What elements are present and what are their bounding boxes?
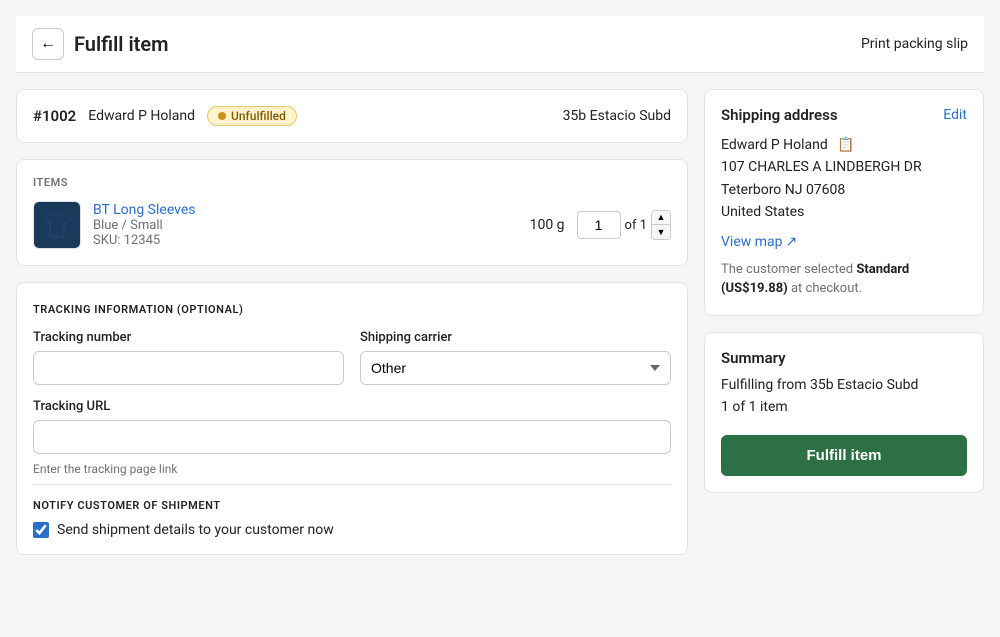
tracking-section: TRACKING INFORMATION (OPTIONAL) Tracking… <box>33 303 671 476</box>
quantity-up-button[interactable]: ▲ <box>652 211 670 225</box>
badge-dot-icon <box>218 112 226 120</box>
view-map-label: View map <box>721 234 783 250</box>
shipping-carrier-select[interactable]: Other UPS FedEx USPS DHL <box>360 351 671 385</box>
summary-card: Summary Fulfilling from 35b Estacio Subd… <box>704 332 984 493</box>
quantity-of-label: of 1 <box>625 218 647 233</box>
external-link-icon: ↗ <box>786 234 798 250</box>
address-country: United States <box>721 201 967 223</box>
fulfill-item-button[interactable]: Fulfill item <box>721 435 967 476</box>
back-icon: ← <box>40 35 56 53</box>
tracking-url-hint: Enter the tracking page link <box>33 462 671 476</box>
address-name: Edward P Holand 📋 <box>721 134 967 156</box>
product-name-link[interactable]: BT Long Sleeves <box>93 202 196 218</box>
page-header: ← Fulfill item Print packing slip <box>16 16 984 73</box>
customer-name: Edward P Holand <box>88 108 195 124</box>
order-location: 35b Estacio Subd <box>563 108 671 124</box>
shipping-address-title: Shipping address <box>721 106 838 124</box>
notify-section: NOTIFY CUSTOMER OF SHIPMENT Send shipmen… <box>33 484 671 538</box>
tracking-url-label: Tracking URL <box>33 399 671 414</box>
header-left: ← Fulfill item <box>32 28 169 60</box>
shirt-icon <box>42 210 72 240</box>
quantity-control: of 1 ▲ ▼ <box>577 210 671 240</box>
tracking-card: TRACKING INFORMATION (OPTIONAL) Tracking… <box>16 282 688 555</box>
tracking-url-group: Tracking URL Enter the tracking page lin… <box>33 399 671 476</box>
notify-section-title: NOTIFY CUSTOMER OF SHIPMENT <box>33 499 671 512</box>
order-number: #1002 <box>33 107 76 125</box>
product-image <box>33 201 81 249</box>
right-panel: Shipping address Edit Edward P Holand 📋 … <box>704 89 984 555</box>
items-section-label: ITEMS <box>33 176 671 189</box>
address-block: Edward P Holand 📋 107 CHARLES A LINDBERG… <box>721 134 967 224</box>
product-variant: Blue / Small <box>93 218 518 233</box>
item-details: BT Long Sleeves Blue / Small SKU: 12345 <box>93 202 518 248</box>
shipping-address-card: Shipping address Edit Edward P Holand 📋 … <box>704 89 984 316</box>
items-card: ITEMS BT Long Sleeves Blue / Small <box>16 159 688 266</box>
summary-title: Summary <box>721 349 967 367</box>
back-button[interactable]: ← <box>32 28 64 60</box>
notify-checkbox[interactable] <box>33 522 49 538</box>
print-packing-slip-link[interactable]: Print packing slip <box>861 36 968 52</box>
tracking-url-input[interactable] <box>33 420 671 454</box>
order-info-card: #1002 Edward P Holand Unfulfilled 35b Es… <box>16 89 688 143</box>
status-badge: Unfulfilled <box>207 106 297 126</box>
page-title: Fulfill item <box>74 32 169 56</box>
tracking-number-label: Tracking number <box>33 330 344 345</box>
address-city-state-zip: Teterboro NJ 07608 <box>721 179 967 201</box>
edit-address-link[interactable]: Edit <box>943 107 967 123</box>
item-count: 1 of 1 item <box>721 399 967 415</box>
order-info-row: #1002 Edward P Holand Unfulfilled 35b Es… <box>33 106 671 126</box>
status-badge-label: Unfulfilled <box>231 109 286 123</box>
product-weight: 100 g <box>530 217 565 233</box>
shipping-carrier-label: Shipping carrier <box>360 330 671 345</box>
content-grid: #1002 Edward P Holand Unfulfilled 35b Es… <box>16 89 984 555</box>
notify-checkbox-row: Send shipment details to your customer n… <box>33 522 671 538</box>
view-map-link[interactable]: View map ↗ <box>721 234 797 250</box>
notify-checkbox-label[interactable]: Send shipment details to your customer n… <box>57 522 334 538</box>
shipping-note-suffix: at checkout. <box>788 281 862 296</box>
tracking-section-title: TRACKING INFORMATION (OPTIONAL) <box>33 303 671 316</box>
address-line1: 107 CHARLES A LINDBERGH DR <box>721 156 967 178</box>
left-column: #1002 Edward P Holand Unfulfilled 35b Es… <box>16 89 688 555</box>
tracking-form-row: Tracking number Shipping carrier Other U… <box>33 330 671 385</box>
quantity-input[interactable] <box>577 211 621 239</box>
copy-address-icon[interactable]: 📋 <box>837 134 854 156</box>
product-sku: SKU: 12345 <box>93 233 518 248</box>
tracking-number-input[interactable] <box>33 351 344 385</box>
tracking-number-group: Tracking number <box>33 330 344 385</box>
shipping-address-header: Shipping address Edit <box>721 106 967 124</box>
quantity-down-button[interactable]: ▼ <box>652 225 670 239</box>
fulfilling-from: Fulfilling from 35b Estacio Subd <box>721 377 967 393</box>
item-row: BT Long Sleeves Blue / Small SKU: 12345 … <box>33 201 671 249</box>
shipping-note-prefix: The customer selected <box>721 262 856 277</box>
shipping-note: The customer selected Standard (US$19.88… <box>721 260 967 299</box>
quantity-steppers: ▲ ▼ <box>651 210 671 240</box>
shipping-carrier-group: Shipping carrier Other UPS FedEx USPS DH… <box>360 330 671 385</box>
